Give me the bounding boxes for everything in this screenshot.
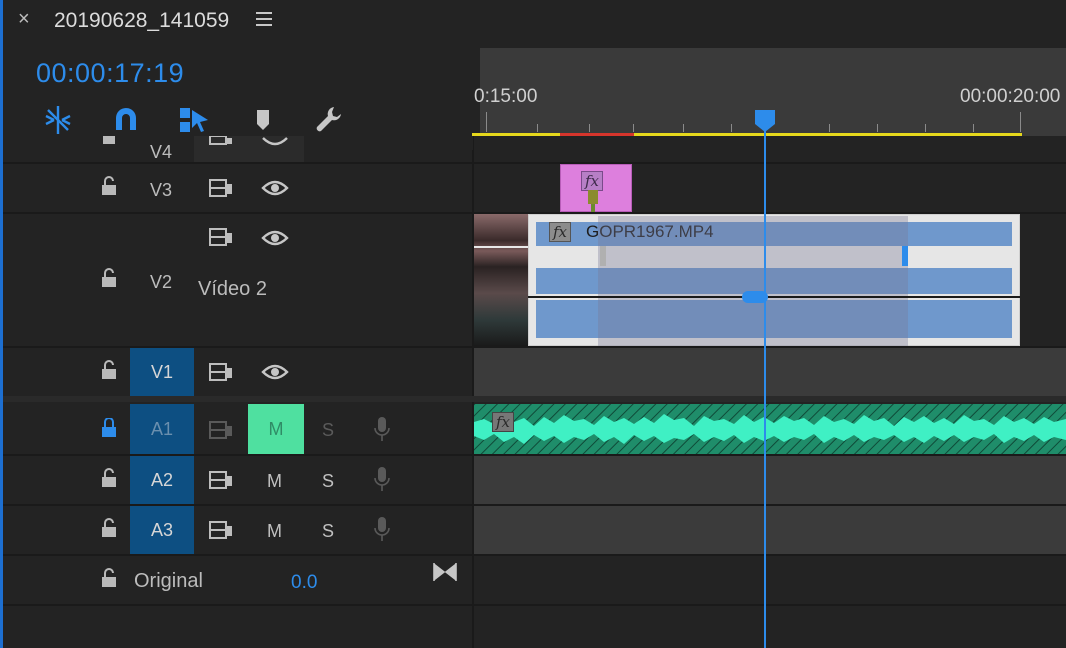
ruler-label-start: 0:15:00 bbox=[474, 86, 538, 107]
a3-target-button[interactable]: A3 bbox=[130, 506, 194, 554]
a3-lock-icon[interactable] bbox=[101, 518, 117, 538]
row-separator bbox=[3, 604, 1066, 606]
a3-solo-button[interactable]: S bbox=[322, 521, 334, 542]
v2-opacity-rubberband[interactable] bbox=[528, 296, 1020, 298]
timeline-settings-wrench-icon[interactable] bbox=[314, 104, 346, 136]
v2-eye-icon[interactable] bbox=[261, 228, 289, 248]
lane-a2[interactable] bbox=[474, 456, 1066, 504]
ruler-tick bbox=[925, 124, 926, 132]
lane-v2-empty bbox=[1020, 214, 1066, 346]
v3-track-name: V3 bbox=[150, 180, 173, 200]
a2-mute-button[interactable]: M bbox=[267, 471, 282, 492]
a2-voiceover-mic-icon[interactable] bbox=[374, 466, 390, 492]
ruler-tick bbox=[589, 124, 590, 132]
a1-target-button[interactable]: A1 bbox=[130, 404, 194, 454]
playhead-timecode[interactable]: 00:00:17:19 bbox=[36, 58, 184, 89]
ruler-tick bbox=[877, 124, 878, 132]
v3-clip-fx-badge[interactable]: fx bbox=[581, 171, 603, 191]
panel-menu-icon[interactable] bbox=[256, 12, 272, 26]
a1-sync-lock-icon[interactable] bbox=[208, 420, 236, 440]
ruler-tick bbox=[731, 124, 732, 132]
a1-lock-icon[interactable] bbox=[101, 418, 117, 438]
v4-track-name: V4 bbox=[150, 142, 173, 162]
v2-track-display-name[interactable]: Vídeo 2 bbox=[198, 278, 267, 301]
v3-sync-lock-icon[interactable] bbox=[208, 178, 236, 198]
close-sequence-icon[interactable]: × bbox=[18, 8, 30, 31]
a1-audio-clip[interactable] bbox=[474, 404, 1066, 454]
video-audio-divider bbox=[3, 396, 1066, 402]
a2-lock-icon[interactable] bbox=[101, 468, 117, 488]
a3-mute-button[interactable]: M bbox=[267, 521, 282, 542]
v4-sync-lock-icon[interactable] bbox=[208, 136, 236, 148]
v3-clip-keyframe-handle[interactable] bbox=[586, 190, 600, 212]
v2-lock-icon[interactable] bbox=[101, 268, 117, 288]
a3-voiceover-mic-icon[interactable] bbox=[374, 516, 390, 542]
v1-eye-icon[interactable] bbox=[261, 362, 289, 382]
add-marker-icon[interactable] bbox=[247, 104, 279, 136]
ruler-tick bbox=[633, 124, 634, 132]
ruler-tick bbox=[829, 124, 830, 132]
a1-clip-fx-badge[interactable]: fx bbox=[492, 412, 514, 432]
master-volume-value[interactable]: 0.0 bbox=[291, 572, 317, 594]
ruler-tick bbox=[1020, 112, 1021, 132]
snap-magnet-icon[interactable] bbox=[110, 104, 142, 136]
master-lock-icon[interactable] bbox=[101, 568, 117, 588]
insert-overwrite-icon[interactable] bbox=[42, 104, 74, 136]
row-separator bbox=[3, 554, 1066, 556]
lane-v1[interactable] bbox=[474, 348, 1066, 396]
linked-selection-icon[interactable] bbox=[178, 104, 210, 136]
v2-thumbnail-divider bbox=[474, 246, 528, 248]
sequence-tab-title[interactable]: 20190628_141059 bbox=[54, 9, 229, 33]
lane-a3[interactable] bbox=[474, 506, 1066, 554]
lane-v4[interactable] bbox=[474, 136, 1066, 162]
v2-sync-lock-icon[interactable] bbox=[208, 227, 236, 247]
v4-eye-icon[interactable] bbox=[261, 136, 289, 148]
v3-lock-icon[interactable] bbox=[101, 176, 117, 196]
a2-sync-lock-icon[interactable] bbox=[208, 470, 236, 490]
ruler-tick bbox=[973, 124, 974, 132]
v2-clip-in-marker[interactable] bbox=[600, 246, 606, 266]
v3-eye-icon[interactable] bbox=[261, 178, 289, 198]
ruler-label-end: 00:00:20:00 bbox=[960, 86, 1061, 107]
a1-voiceover-mic-icon[interactable] bbox=[374, 416, 390, 442]
v1-target-button[interactable]: V1 bbox=[130, 348, 194, 396]
a1-mute-button[interactable]: M bbox=[248, 404, 304, 454]
v2-clip-selection-overlay bbox=[598, 216, 908, 346]
ruler-tick bbox=[486, 112, 487, 132]
v2-track-name: V2 bbox=[150, 272, 173, 292]
playhead-line[interactable] bbox=[764, 124, 766, 648]
a3-sync-lock-icon[interactable] bbox=[208, 520, 236, 540]
a1-mute-label: M bbox=[268, 418, 284, 439]
v2-clip-out-marker[interactable] bbox=[902, 246, 908, 266]
ruler-tick bbox=[537, 124, 538, 132]
v2-clip-fx-badge[interactable]: fx bbox=[549, 222, 571, 242]
ruler-tick bbox=[683, 124, 684, 132]
v1-lock-icon[interactable] bbox=[101, 360, 117, 380]
a2-target-button[interactable]: A2 bbox=[130, 456, 194, 504]
a2-solo-button[interactable]: S bbox=[322, 471, 334, 492]
v1-sync-lock-icon[interactable] bbox=[208, 362, 236, 382]
master-track-name: Original bbox=[134, 570, 203, 592]
v2-clip-thumbnail bbox=[474, 214, 528, 346]
lane-master[interactable] bbox=[474, 556, 1066, 648]
v4-lock-icon[interactable] bbox=[101, 136, 117, 156]
go-to-in-out-icon[interactable] bbox=[432, 561, 458, 583]
playhead-handle[interactable] bbox=[753, 110, 777, 132]
a1-solo-button[interactable]: S bbox=[322, 420, 334, 441]
